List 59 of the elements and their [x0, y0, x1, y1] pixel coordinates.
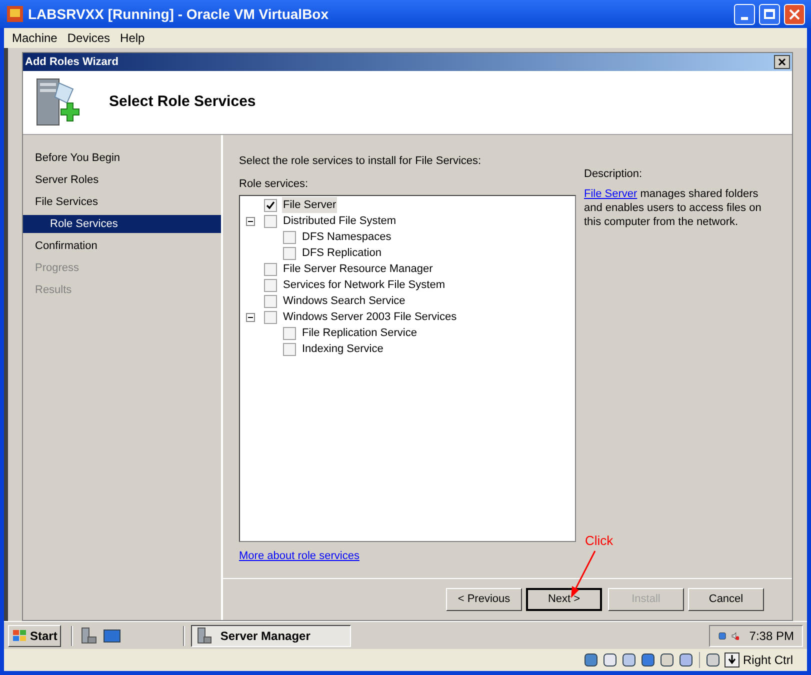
- taskbar-button[interactable]: Server Manager: [191, 624, 352, 646]
- checkbox[interactable]: [264, 310, 277, 324]
- tree-item[interactable]: Distributed File System: [282, 212, 398, 230]
- wizard-step[interactable]: Role Services: [23, 215, 221, 233]
- collapse-icon[interactable]: [246, 312, 255, 322]
- file-server-link[interactable]: File Server: [584, 188, 638, 200]
- menu-item[interactable]: Devices: [63, 29, 114, 47]
- tree-item[interactable]: Services for Network File System: [282, 276, 446, 294]
- checkbox[interactable]: [283, 342, 296, 356]
- start-button[interactable]: Start: [8, 624, 62, 646]
- host-key-icon[interactable]: [724, 652, 740, 668]
- window-title: LABSRVXX [Running] - Oracle VM VirtualBox: [28, 4, 330, 24]
- more-link[interactable]: More about role services: [239, 548, 360, 564]
- checkbox[interactable]: [264, 198, 277, 212]
- close-icon: [778, 58, 786, 66]
- server-icon: [196, 626, 212, 644]
- server-icon[interactable]: [79, 626, 98, 644]
- tree-item[interactable]: DFS Namespaces: [301, 228, 392, 246]
- collapse-icon[interactable]: [246, 216, 255, 226]
- description-heading: Description:: [584, 167, 644, 182]
- close-button[interactable]: [774, 55, 790, 69]
- wizard-step[interactable]: Before You Begin: [23, 149, 221, 167]
- desktop-icon[interactable]: [103, 628, 122, 644]
- app-icon: [6, 5, 24, 23]
- instruction-text: Select the role services to install for File Services:: [239, 154, 482, 169]
- checkbox[interactable]: [283, 326, 296, 340]
- checkbox[interactable]: [283, 230, 296, 244]
- menu-item[interactable]: Help: [116, 29, 149, 47]
- description-text: File Server manages shared folders and enables users to access files on this computer from the network.: [584, 186, 762, 228]
- windows-logo-icon: [12, 628, 28, 642]
- list-label: Role services:: [239, 176, 310, 192]
- wizard-button[interactable]: Next >: [526, 588, 602, 611]
- tree-item[interactable]: File Server Resource Manager: [282, 260, 434, 278]
- checkmark-icon: [266, 200, 275, 210]
- host-key-label: Right Ctrl: [742, 652, 793, 669]
- annotation-label: Click: [585, 532, 614, 550]
- checkbox[interactable]: [264, 214, 277, 228]
- wizard-step[interactable]: Confirmation: [23, 237, 221, 255]
- checkbox[interactable]: [264, 262, 277, 276]
- tree-item[interactable]: Indexing Service: [301, 340, 384, 358]
- tree-item[interactable]: Windows Search Service: [282, 292, 406, 310]
- page-heading: Select Role Services: [109, 92, 256, 112]
- wizard-step[interactable]: Server Roles: [23, 171, 221, 189]
- dialog-title: Add Roles Wizard: [25, 54, 120, 70]
- wizard-step[interactable]: File Services: [23, 193, 221, 211]
- tree-item[interactable]: File Server: [282, 196, 338, 214]
- tree-item[interactable]: Windows Server 2003 File Services: [282, 308, 458, 326]
- maximize-button[interactable]: [759, 4, 780, 24]
- close-icon: [789, 8, 800, 20]
- menu-item[interactable]: Machine: [8, 29, 62, 47]
- clock: 7:38 PM: [749, 628, 794, 644]
- wizard-button[interactable]: Cancel: [688, 588, 764, 611]
- minimize-button[interactable]: [734, 4, 755, 24]
- tree-item[interactable]: DFS Replication: [301, 244, 382, 262]
- checkbox[interactable]: [264, 294, 277, 308]
- checkbox[interactable]: [283, 246, 296, 260]
- tree-item[interactable]: File Replication Service: [301, 324, 418, 342]
- checkbox[interactable]: [264, 278, 277, 292]
- wizard-button[interactable]: < Previous: [446, 588, 522, 611]
